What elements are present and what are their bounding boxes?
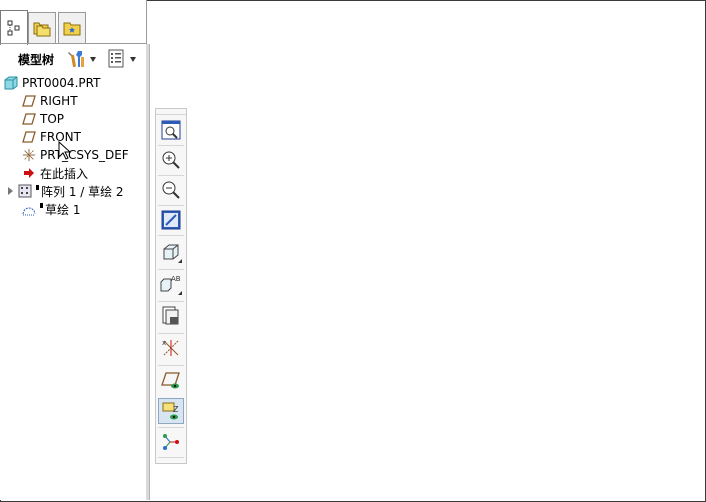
favorites-folder-icon — [63, 22, 81, 36]
layers-icon — [162, 306, 179, 325]
tree-item-label: 阵列 1 / 草绘 2 — [41, 184, 124, 199]
toolbar-grip[interactable] — [156, 109, 186, 115]
refit-button[interactable] — [158, 117, 184, 143]
tree-item-label: PRT0004.PRT — [22, 76, 101, 90]
svg-text:Z: Z — [173, 405, 179, 414]
tab-divider — [0, 43, 146, 44]
tree-item-top[interactable]: TOP — [22, 110, 64, 128]
view-toolbar: AB x Z — [155, 108, 187, 464]
zoom-out-button[interactable] — [158, 177, 184, 203]
model-tree-header: 模型树 — [0, 46, 146, 72]
repaint-icon — [161, 210, 181, 230]
tree-item-label: 草绘 1 — [45, 202, 81, 217]
status-marker — [36, 185, 39, 190]
panel-splitter[interactable] — [146, 44, 150, 500]
tools-icon — [68, 51, 84, 68]
tree-item-front[interactable]: FRONT — [22, 128, 81, 146]
toolbar-separator — [158, 235, 184, 236]
tree-item-label: RIGHT — [40, 94, 78, 108]
tree-item-pattern[interactable]: 阵列 1 / 草绘 2 — [8, 182, 124, 200]
spin-center-button[interactable] — [158, 429, 184, 455]
zoom-fit-icon — [161, 120, 181, 140]
tree-show-button[interactable] — [108, 48, 136, 70]
toolbar-separator — [158, 175, 184, 176]
saved-views-button[interactable]: AB — [158, 271, 184, 297]
tree-item-csys[interactable]: PRT_CSYS_DEF — [22, 146, 129, 164]
part-icon — [4, 76, 18, 90]
tree-item-label: 在此插入 — [40, 166, 89, 181]
chevron-down-icon — [90, 56, 96, 62]
coordinate-system-icon — [22, 148, 36, 162]
plane-display-button[interactable] — [158, 367, 184, 393]
dropdown-corner-icon — [178, 291, 182, 295]
tree-settings-button[interactable] — [66, 48, 96, 70]
datum-plane-icon — [22, 130, 36, 144]
zoom-in-button[interactable] — [158, 147, 184, 173]
toolbar-separator — [158, 365, 184, 366]
pattern-icon — [18, 184, 32, 198]
navigator-tabs — [0, 0, 146, 45]
navigator-panel: 模型树 PRT0004.PRT RIGHT TOP FRONT PRT_CSYS… — [0, 0, 147, 500]
status-marker — [40, 203, 43, 208]
tree-item-label: PRT_CSYS_DEF — [40, 148, 129, 162]
tab-model-tree[interactable] — [0, 10, 28, 45]
sketch-icon — [22, 202, 36, 216]
tab-favorites[interactable] — [58, 12, 86, 43]
insert-here-arrow-icon — [22, 166, 36, 180]
annotation-display-icon: Z — [162, 402, 179, 420]
chevron-down-icon — [130, 56, 136, 62]
tree-item-part[interactable]: PRT0004.PRT — [4, 74, 100, 92]
toolbar-separator — [158, 301, 184, 302]
toolbar-separator — [158, 427, 184, 428]
layers-button[interactable] — [158, 303, 184, 329]
tab-folders[interactable] — [28, 12, 56, 43]
mouse-cursor-icon — [58, 141, 72, 160]
tree-item-right[interactable]: RIGHT — [22, 92, 78, 110]
tree-item-insert-here[interactable]: 在此插入 — [22, 164, 88, 182]
dropdown-corner-icon — [178, 259, 182, 263]
expand-arrow-icon[interactable] — [8, 187, 13, 195]
toolbar-separator — [158, 269, 184, 270]
tree-item-sketch[interactable]: 草绘 1 — [22, 200, 80, 218]
repaint-button[interactable] — [158, 207, 184, 233]
model-tree-title: 模型树 — [18, 52, 55, 67]
folders-icon — [33, 22, 51, 37]
datum-plane-icon — [22, 94, 36, 108]
csys-display-icon: x — [162, 339, 179, 356]
csys-display-button[interactable]: x — [158, 335, 184, 361]
view-orientation-button[interactable] — [158, 239, 184, 265]
toolbar-separator — [158, 145, 184, 146]
annotation-display-button[interactable]: Z — [158, 398, 184, 424]
list-icon — [108, 49, 124, 68]
svg-text:AB: AB — [171, 275, 181, 283]
spin-center-icon — [163, 434, 179, 450]
plane-display-icon — [161, 372, 180, 389]
tree-icon — [7, 20, 20, 36]
toolbar-separator — [158, 457, 184, 458]
zoom-out-icon — [162, 181, 180, 199]
toolbar-separator — [158, 205, 184, 206]
datum-plane-icon — [22, 112, 36, 126]
svg-text:x: x — [162, 339, 166, 347]
toolbar-separator — [158, 333, 184, 334]
zoom-in-icon — [162, 151, 180, 169]
tree-item-label: TOP — [40, 112, 65, 126]
